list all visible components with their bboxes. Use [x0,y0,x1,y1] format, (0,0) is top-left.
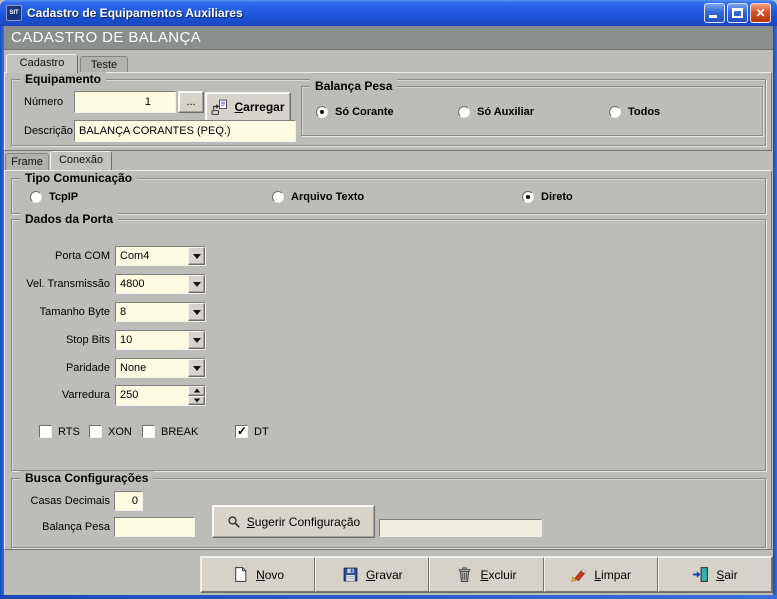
radio-icon [522,191,534,203]
new-document-icon [232,566,249,583]
radio-todos[interactable]: Todos [609,106,660,118]
chevron-down-icon[interactable] [188,247,205,265]
descricao-input[interactable] [74,120,296,142]
gravar-button[interactable]: Gravar [315,557,429,592]
spin-up-icon[interactable] [188,386,205,396]
casas-decimais-label: Casas Decimais [12,491,110,511]
trash-icon [456,566,473,583]
excluir-button[interactable]: Excluir [429,557,543,592]
checkbox-icon [89,425,102,438]
save-floppy-icon [342,566,359,583]
gravar-label: Gravar [366,568,403,582]
sugerir-configuracao-button[interactable]: Sugerir Configuração [212,505,375,538]
checkbox-xon[interactable]: XON [89,425,132,438]
descricao-label: Descrição [24,121,74,141]
novo-button[interactable]: Novo [201,557,315,592]
groupbox-busca-configuracoes: Busca Configurações Casas Decimais Balan… [11,478,766,548]
exit-door-icon [692,566,709,583]
radio-so-auxiliar[interactable]: Só Auxiliar [458,106,534,118]
radio-icon [609,106,621,118]
tamanho-byte-combo[interactable]: 8 [115,302,206,322]
checkbox-dt[interactable]: DT [235,425,269,438]
groupbox-tipo-comunicacao: Tipo Comunicação TcpIP Arquivo Texto Dir… [11,178,766,214]
sair-button[interactable]: Sair [658,557,772,592]
vel-transmissao-label: Vel. Transmissão [12,274,110,294]
numero-input[interactable] [74,91,176,113]
vel-transmissao-combo[interactable]: 4800 [115,274,206,294]
footer-button-bar: Novo Gravar Excluir [200,556,773,593]
paridade-combo[interactable]: None [115,358,206,378]
radio-direto[interactable]: Direto [522,191,573,203]
sugerir-label: Sugerir Configuração [247,515,360,529]
application-window: SIT Cadastro de Equipamentos Auxiliares … [0,0,777,599]
limpar-button[interactable]: Limpar [544,557,658,592]
tab-conexao[interactable]: Conexão [50,151,112,170]
chevron-down-icon[interactable] [188,359,205,377]
window-border-right [773,26,777,599]
tab-frame[interactable]: Frame [5,153,49,170]
chevron-down-icon[interactable] [188,303,205,321]
varredura-label: Varredura [12,385,110,405]
eraser-icon [570,566,587,583]
groupbox-dados-porta: Dados da Porta Porta COM Com4 Vel. Trans… [11,219,766,471]
window-border-bottom [0,595,777,599]
tab-teste[interactable]: Teste [80,56,128,73]
tabpage-cadastro: Equipamento Número ... Carregar Descriçã… [4,72,772,151]
maximize-button[interactable] [727,3,748,23]
checkbox-icon [142,425,155,438]
radio-icon [30,191,42,203]
radio-icon [458,106,470,118]
groupbox-balanca-pesa-legend: Balança Pesa [310,79,397,93]
radio-arquivo-texto[interactable]: Arquivo Texto [272,191,364,203]
porta-com-label: Porta COM [12,246,110,266]
stop-bits-label: Stop Bits [12,330,110,350]
load-document-icon [211,99,228,116]
numero-browse-button[interactable]: ... [178,91,204,113]
sair-label: Sair [716,568,737,582]
minimize-button[interactable] [704,3,725,23]
close-button[interactable]: ✕ [750,3,771,23]
numero-label: Número [24,92,74,112]
checkbox-icon [39,425,52,438]
tamanho-byte-label: Tamanho Byte [12,302,110,322]
varredura-spinner[interactable]: 250 [115,385,206,406]
chevron-down-icon[interactable] [188,275,205,293]
checkbox-icon [235,425,248,438]
checkbox-rts[interactable]: RTS [39,425,80,438]
maximize-icon [732,8,743,18]
window-title: Cadastro de Equipamentos Auxiliares [27,6,699,20]
excluir-label: Excluir [480,568,516,582]
groupbox-dados-porta-legend: Dados da Porta [20,212,118,226]
tabpage-conexao: Tipo Comunicação TcpIP Arquivo Texto Dir… [4,170,772,550]
casas-decimais-input[interactable] [114,491,143,511]
carregar-label: Carregar [234,100,284,114]
limpar-label: Limpar [594,568,631,582]
carregar-button[interactable]: Carregar [205,92,291,122]
page-title: CADASTRO DE BALANÇA [4,26,773,50]
spin-down-icon[interactable] [188,396,205,406]
busca-result-field[interactable] [379,519,542,537]
radio-tcpip[interactable]: TcpIP [30,191,78,203]
paridade-label: Paridade [12,358,110,378]
app-icon[interactable]: SIT [6,5,22,21]
groupbox-equipamento-legend: Equipamento [20,72,106,86]
groupbox-balanca-pesa: Balança Pesa Só Corante Só Auxiliar Todo… [301,86,763,136]
radio-icon [316,106,328,118]
minimize-icon [709,15,717,18]
novo-label: Novo [256,568,284,582]
chevron-down-icon[interactable] [188,331,205,349]
porta-com-combo[interactable]: Com4 [115,246,206,266]
groupbox-tipo-comunicacao-legend: Tipo Comunicação [20,171,137,185]
balanca-pesa-label: Balança Pesa [12,517,110,537]
stop-bits-combo[interactable]: 10 [115,330,206,350]
radio-icon [272,191,284,203]
checkbox-break[interactable]: BREAK [142,425,198,438]
title-bar: SIT Cadastro de Equipamentos Auxiliares … [0,0,777,26]
radio-so-corante[interactable]: Só Corante [316,106,394,118]
search-icon [227,515,241,529]
groupbox-busca-legend: Busca Configurações [20,471,153,485]
tab-cadastro[interactable]: Cadastro [6,54,78,73]
balanca-pesa-input[interactable] [114,517,195,537]
